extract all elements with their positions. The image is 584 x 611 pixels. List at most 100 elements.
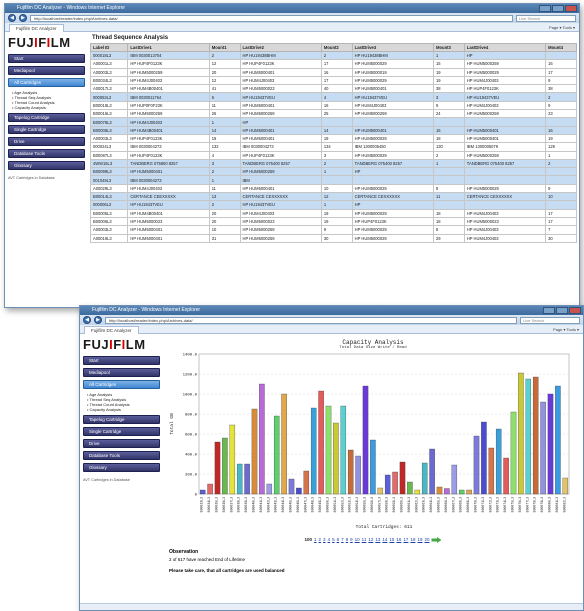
table-row[interactable]: B00087L3 HP HUP4F0123K 4 HP HUP4F0123K 3 HP H… (89, 150, 577, 160)
page-link[interactable]: 6 (337, 537, 340, 542)
page-link[interactable]: 11 (362, 537, 367, 542)
table-row[interactable]: A00003L3 HP HUP4F0123K 19 HP HUM5000401 19 HP… (89, 133, 577, 144)
page-link[interactable]: 17 (403, 537, 408, 542)
table-row[interactable]: 000006L3 HP HU19437VEU 2 HP HU19437VEU 1 HP (89, 200, 577, 210)
toolbar-menus[interactable]: Page ▾ Tools ▾ (549, 25, 579, 30)
table-row[interactable]: 001049L3 IBM 0030004273 1 IBM (89, 175, 577, 185)
page-link[interactable]: 1 (314, 537, 317, 542)
page-link[interactable]: 3 (323, 537, 326, 542)
nav-tapelog-cartridge[interactable]: Tapelog Cartridge (8, 113, 85, 122)
nav-start[interactable]: Start (83, 356, 160, 365)
browser-window-capacity: Fujifilm DC Analyzer - Windows Internet … (79, 305, 584, 611)
table-cell: 16 (320, 67, 353, 77)
page-link[interactable]: 4 (328, 537, 331, 542)
table-row[interactable]: A00017L3 HP HUM4B00401 41 HP HUM5000023 40 HP… (89, 84, 577, 94)
table-row[interactable]: A00029L3 HP HUM4J00403 11 HP HUM5000401 10 HP… (89, 183, 577, 194)
table-row[interactable]: B00018L3 HP HUP0F0F23K 11 HP HUM5000401 16 HP… (89, 100, 577, 111)
nav-tapelog-cartridge[interactable]: Tapelog Cartridge (83, 415, 160, 424)
page-link[interactable]: 13 (375, 537, 380, 542)
sub-capacity-analysis[interactable]: • Capacity Analysis (12, 105, 85, 110)
table-row[interactable]: B00099L3 HP HUM5000401 2 HP HUM5000259 1 HP (89, 167, 577, 177)
forward-icon[interactable]: ▶ (19, 14, 27, 22)
nav-mediapool[interactable]: Mediapool (83, 368, 160, 377)
nav-glossary[interactable]: Glossary (8, 161, 85, 170)
y-tick-label: 800.0 (185, 414, 198, 418)
toolbar-menus[interactable]: Page ▾ Tools ▾ (553, 327, 583, 332)
back-icon[interactable]: ◀ (8, 14, 16, 22)
table-cell: HP HUM4J00403 (127, 117, 210, 127)
table-cell: IBM 0030013704 (127, 50, 210, 61)
page-link[interactable]: 8 (346, 537, 349, 542)
nav-drive[interactable]: Drive (83, 439, 160, 448)
nav-database-tools[interactable]: Database Tools (8, 149, 85, 158)
page-link[interactable]: 9 (350, 537, 353, 542)
bar (488, 447, 495, 495)
next-page-arrow-icon[interactable] (431, 537, 442, 543)
nav-drive[interactable]: Drive (8, 137, 85, 146)
page-link[interactable]: 20 (424, 537, 429, 542)
minimize-button[interactable] (543, 307, 555, 314)
window-titlebar[interactable]: Fujifilm DC Analyzer - Windows Internet … (80, 306, 583, 315)
table-cell: HP HUM5000029 (463, 183, 547, 194)
x-tick-label: B00070L3 (474, 497, 478, 512)
nav-database-tools[interactable]: Database Tools (83, 451, 160, 460)
forward-icon[interactable]: ▶ (94, 316, 102, 324)
table-row[interactable]: A00001L3 HP HUP4F0123K 12 HP HUP4F0123K 17 HP… (89, 59, 577, 69)
sub-capacity-analysis[interactable]: • Capacity Analysis (87, 407, 160, 412)
search-input[interactable]: Live Search (516, 14, 576, 22)
window-titlebar[interactable]: Fujifilm DC Analyzer - Windows Internet … (5, 4, 579, 13)
table-row[interactable]: B00005L3 HP HUM4B00401 20 HP HUM4J00403 19 HP… (89, 208, 577, 218)
page-link[interactable]: 7 (341, 537, 344, 542)
back-icon[interactable]: ◀ (83, 316, 91, 324)
table-row[interactable]: 000018L3 IBM 0030013704 2 HP HU19438BHM 2 HP … (89, 50, 577, 61)
minimize-button[interactable] (539, 5, 551, 12)
tab-dc-analyzer[interactable]: Fujifilm DC Analyzer (84, 325, 139, 334)
page-link[interactable]: 14 (382, 537, 387, 542)
url-input[interactable]: http://localhost/reader/index.php/Archiv… (105, 316, 517, 324)
table-row[interactable]: 000053L3 IBM 0030011764 6 HP HU19437VEU 4 HP … (89, 92, 577, 102)
table-cell: HP HUP4F0123K (127, 150, 210, 160)
close-button[interactable] (565, 5, 577, 12)
nav-glossary[interactable]: Glossary (83, 463, 160, 472)
table-row[interactable]: B00016L3 HP HUM5000259 26 HP HUM5000259 25 HP… (89, 109, 577, 119)
close-button[interactable] (569, 307, 581, 314)
search-input[interactable]: Live Search (520, 316, 580, 324)
column-header: LastDrive1 (127, 43, 210, 52)
page-link[interactable]: 10 (355, 537, 360, 542)
bar (555, 385, 561, 495)
nav-start[interactable]: Start (8, 54, 85, 63)
table-row[interactable]: B00078L3 HP HUM4J00403 1 HP (89, 117, 577, 127)
nav-single-cartridge[interactable]: Single Cartridge (83, 427, 160, 436)
table-row[interactable]: A00003L3 HP HUM5000401 10 HP HUM5000259 9 HP … (89, 225, 577, 235)
nav-all-cartridges[interactable]: All Cartridges (83, 380, 160, 389)
nav-mediapool[interactable]: Mediapool (8, 66, 85, 75)
table-row[interactable]: B00034L3 HP HUM4J00403 12 HP HUM4J00403 17 HP… (89, 75, 577, 86)
table-cell: HP HUM5000029 (351, 208, 434, 218)
column-header: LastDrive4 (463, 43, 547, 52)
table-row[interactable]: A00019L3 HP HUM5000401 31 HP HUM5000259 30 HP… (89, 233, 577, 243)
nav-all-cartridges[interactable]: All Cartridges (8, 78, 85, 87)
page-link[interactable]: 16 (396, 537, 401, 542)
page-link[interactable]: 5 (332, 537, 335, 542)
table-row[interactable]: B00006L3 HP HUM5000023 20 HP HUM5000023 19 HP… (89, 216, 577, 227)
page-link[interactable]: 15 (389, 537, 394, 542)
tab-dc-analyzer[interactable]: Fujifilm DC Analyzer (9, 23, 64, 32)
page-link[interactable]: 2 (319, 537, 322, 542)
url-input[interactable]: http://localhost/reader/index.php/Archiv… (30, 14, 513, 22)
maximize-button[interactable] (552, 5, 564, 12)
table-row[interactable]: 4WW16L3 TANDBERG 075800 8257 3 TANDBERG 075… (89, 158, 577, 169)
table-row[interactable]: 000024L3 IBM 0030004273 132 IBM 0030004273 1… (89, 142, 577, 152)
bar (244, 463, 250, 495)
table-row[interactable]: B00008L3 HP HUM4B00401 14 HP HUM5000401 14 HP… (89, 125, 577, 135)
page-link[interactable]: 12 (368, 537, 373, 542)
maximize-button[interactable] (556, 307, 568, 314)
table-cell: HP HUM5000259 (463, 150, 547, 160)
nav-single-cartridge[interactable]: Single Cartridge (8, 125, 85, 134)
bar (333, 422, 339, 495)
table-cell: 2 (208, 167, 241, 177)
table-row[interactable]: A00003L3 HP HUM5000259 20 HP HUM5000401 16 HP… (89, 67, 577, 77)
table-cell: CERTANCE CEXXXXXX (463, 192, 547, 202)
page-link[interactable]: 18 (410, 537, 415, 542)
page-link[interactable]: 19 (417, 537, 422, 542)
table-row[interactable]: B00014L3 CERTANCE CEEXXXXX 13 CERTANCE CEXX… (89, 192, 577, 202)
